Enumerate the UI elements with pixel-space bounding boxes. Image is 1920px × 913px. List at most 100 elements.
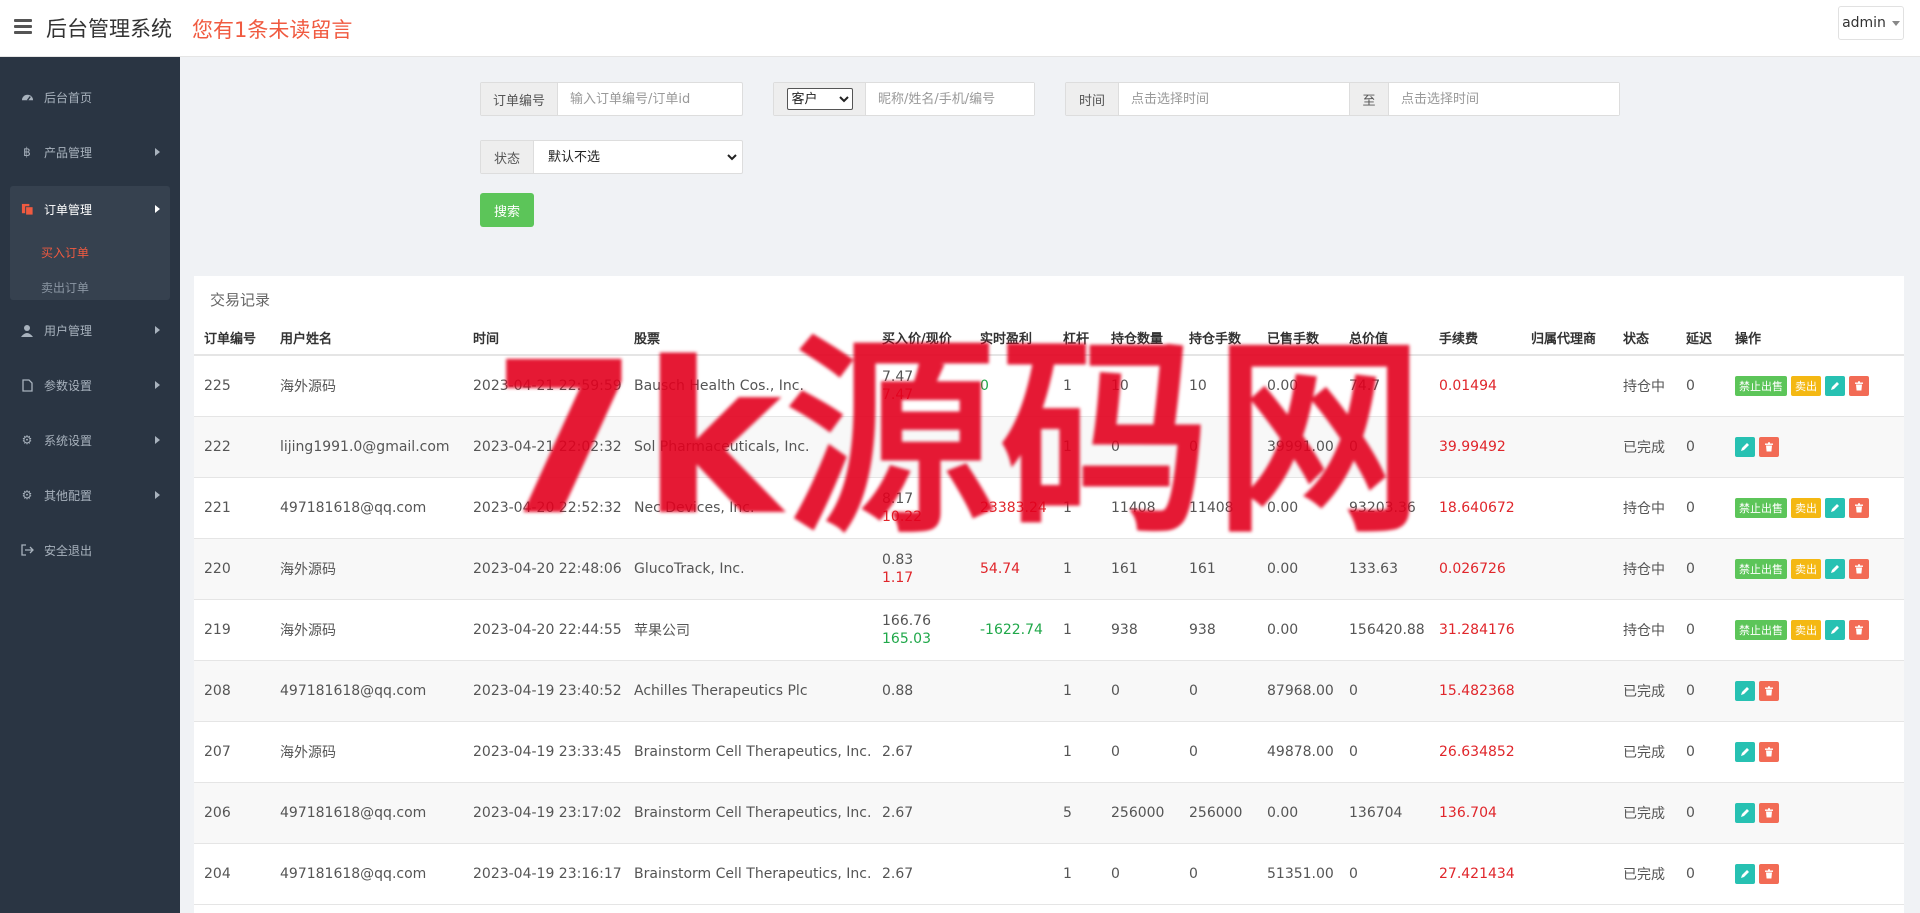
order-id-cell: 221 bbox=[194, 477, 270, 539]
agent-cell bbox=[1521, 721, 1613, 783]
time-cell: 2023-04-21 22:02:32 bbox=[463, 416, 624, 478]
leverage-cell: 1 bbox=[1053, 843, 1101, 905]
sell-button[interactable]: 卖出 bbox=[1791, 375, 1821, 396]
customer-type-select[interactable]: 客户 bbox=[786, 88, 853, 110]
profit-cell bbox=[970, 782, 1053, 844]
sidebar-item-system[interactable]: ⚙ 系统设置 bbox=[10, 417, 170, 463]
status-cell: 持仓中 bbox=[1613, 355, 1676, 417]
fee-cell: 18.640672 bbox=[1429, 477, 1521, 539]
delay-cell: 0 bbox=[1676, 355, 1725, 417]
caret-down-icon bbox=[1891, 20, 1900, 26]
sidebar-subitem-sell-orders[interactable]: 卖出订单 bbox=[41, 279, 89, 296]
sidebar-item-label: 其他配置 bbox=[44, 488, 93, 503]
time-cell: 2023-04-19 23:33:45 bbox=[463, 721, 624, 783]
edit-button[interactable] bbox=[1735, 863, 1755, 884]
delete-button[interactable] bbox=[1849, 619, 1869, 640]
sidebar-item-orders[interactable]: 订单管理 bbox=[10, 186, 170, 232]
bitcoin-icon: ฿ bbox=[23, 145, 31, 159]
status-label: 状态 bbox=[481, 141, 534, 173]
sidebar-item-logout[interactable]: 安全退出 bbox=[10, 527, 170, 573]
ban-sale-button[interactable]: 禁止出售 bbox=[1735, 497, 1787, 518]
column-header: 时间 bbox=[463, 321, 624, 356]
sell-button[interactable]: 卖出 bbox=[1791, 497, 1821, 518]
sidebar-item-params[interactable]: 参数设置 bbox=[10, 362, 170, 408]
current-price: 10.22 bbox=[882, 508, 923, 525]
trade-records-table: 订单编号 用户姓名 时间 股票 买入价/现价 实时盈利 杠杆 持仓数量 持仓手数 已售手数 总价值手… bbox=[194, 321, 1904, 905]
order-id-cell: 208 bbox=[194, 660, 270, 722]
delete-button[interactable] bbox=[1849, 375, 1869, 396]
buy-price: 2.67 bbox=[882, 865, 914, 882]
ban-sale-button[interactable]: 禁止出售 bbox=[1735, 375, 1787, 396]
total-value-cell: 136704 bbox=[1339, 782, 1429, 844]
sell-button[interactable]: 卖出 bbox=[1791, 558, 1821, 579]
actions-cell bbox=[1725, 721, 1904, 783]
user-name-cell: 海外源码 bbox=[270, 599, 463, 661]
lots-cell: 11408 bbox=[1179, 477, 1257, 539]
profit-cell: 23383.24 bbox=[970, 477, 1053, 539]
lots-cell: 938 bbox=[1179, 599, 1257, 661]
stock-cell: GlucoTrack, Inc. bbox=[624, 538, 872, 600]
pencil-icon bbox=[1741, 808, 1749, 817]
sidebar: 后台首页 ฿ 产品管理 订单管理 买入订单 卖出订单 用户管理 参数设置 ⚙ 系… bbox=[0, 57, 180, 913]
status-select[interactable]: 默认不选 bbox=[534, 141, 740, 173]
profit-cell: -1622.74 bbox=[970, 599, 1053, 661]
top-header: 后台管理系统 您有1条未读留言 admin bbox=[0, 0, 1920, 57]
row-actions bbox=[1735, 436, 1904, 457]
sell-button[interactable]: 卖出 bbox=[1791, 619, 1821, 640]
trash-icon bbox=[1855, 502, 1863, 512]
sold-lots-cell: 51351.00 bbox=[1257, 843, 1339, 905]
unread-message-notice[interactable]: 您有1条未读留言 bbox=[192, 14, 352, 44]
delete-button[interactable] bbox=[1759, 436, 1779, 457]
sidebar-item-users[interactable]: 用户管理 bbox=[10, 307, 170, 353]
total-value-cell: 133.63 bbox=[1339, 538, 1429, 600]
chevron-right-icon bbox=[155, 326, 160, 334]
pencil-icon bbox=[1741, 869, 1749, 878]
profit-cell bbox=[970, 660, 1053, 722]
delete-button[interactable] bbox=[1759, 802, 1779, 823]
edit-button[interactable] bbox=[1825, 558, 1845, 579]
order-number-filter: 订单编号 bbox=[480, 82, 743, 116]
quantity-cell: 938 bbox=[1101, 599, 1179, 661]
delete-button[interactable] bbox=[1759, 741, 1779, 762]
user-menu-button[interactable]: admin bbox=[1838, 6, 1904, 40]
price-cell bbox=[872, 416, 970, 478]
delete-button[interactable] bbox=[1849, 558, 1869, 579]
leverage-cell: 1 bbox=[1053, 660, 1101, 722]
sidebar-item-products[interactable]: ฿ 产品管理 bbox=[10, 129, 170, 175]
actions-cell bbox=[1725, 660, 1904, 722]
trash-icon bbox=[1765, 868, 1773, 878]
current-price: 7.47 bbox=[882, 386, 914, 403]
edit-button[interactable] bbox=[1735, 680, 1755, 701]
ban-sale-button[interactable]: 禁止出售 bbox=[1735, 558, 1787, 579]
sidebar-item-other-config[interactable]: ⚙ 其他配置 bbox=[10, 472, 170, 518]
sidebar-subitem-buy-orders[interactable]: 买入订单 bbox=[41, 244, 89, 261]
fee-cell: 136.704 bbox=[1429, 782, 1521, 844]
edit-button[interactable] bbox=[1735, 802, 1755, 823]
ban-sale-button[interactable]: 禁止出售 bbox=[1735, 619, 1787, 640]
edit-button[interactable] bbox=[1825, 619, 1845, 640]
total-value-cell: 0 bbox=[1339, 660, 1429, 722]
search-button[interactable]: 搜索 bbox=[480, 193, 534, 227]
sidebar-item-dashboard[interactable]: 后台首页 bbox=[10, 74, 170, 120]
sold-lots-cell: 49878.00 bbox=[1257, 721, 1339, 783]
edit-button[interactable] bbox=[1735, 436, 1755, 457]
order-id-cell: 220 bbox=[194, 538, 270, 600]
lots-cell: 0 bbox=[1179, 416, 1257, 478]
delete-button[interactable] bbox=[1759, 863, 1779, 884]
pencil-icon bbox=[1741, 686, 1749, 695]
end-time-input[interactable] bbox=[1389, 83, 1619, 115]
total-value-cell: 0 bbox=[1339, 843, 1429, 905]
delete-button[interactable] bbox=[1849, 497, 1869, 518]
stock-cell: 苹果公司 bbox=[624, 599, 872, 661]
user-name-cell: 497181618@qq.com bbox=[270, 782, 463, 844]
order-number-input[interactable] bbox=[558, 83, 737, 115]
edit-button[interactable] bbox=[1825, 375, 1845, 396]
row-actions bbox=[1735, 741, 1904, 762]
delete-button[interactable] bbox=[1759, 680, 1779, 701]
edit-button[interactable] bbox=[1825, 497, 1845, 518]
status-cell: 持仓中 bbox=[1613, 538, 1676, 600]
edit-button[interactable] bbox=[1735, 741, 1755, 762]
start-time-input[interactable] bbox=[1119, 83, 1349, 115]
menu-toggle-icon[interactable] bbox=[14, 19, 32, 35]
customer-search-input[interactable] bbox=[866, 83, 1034, 115]
